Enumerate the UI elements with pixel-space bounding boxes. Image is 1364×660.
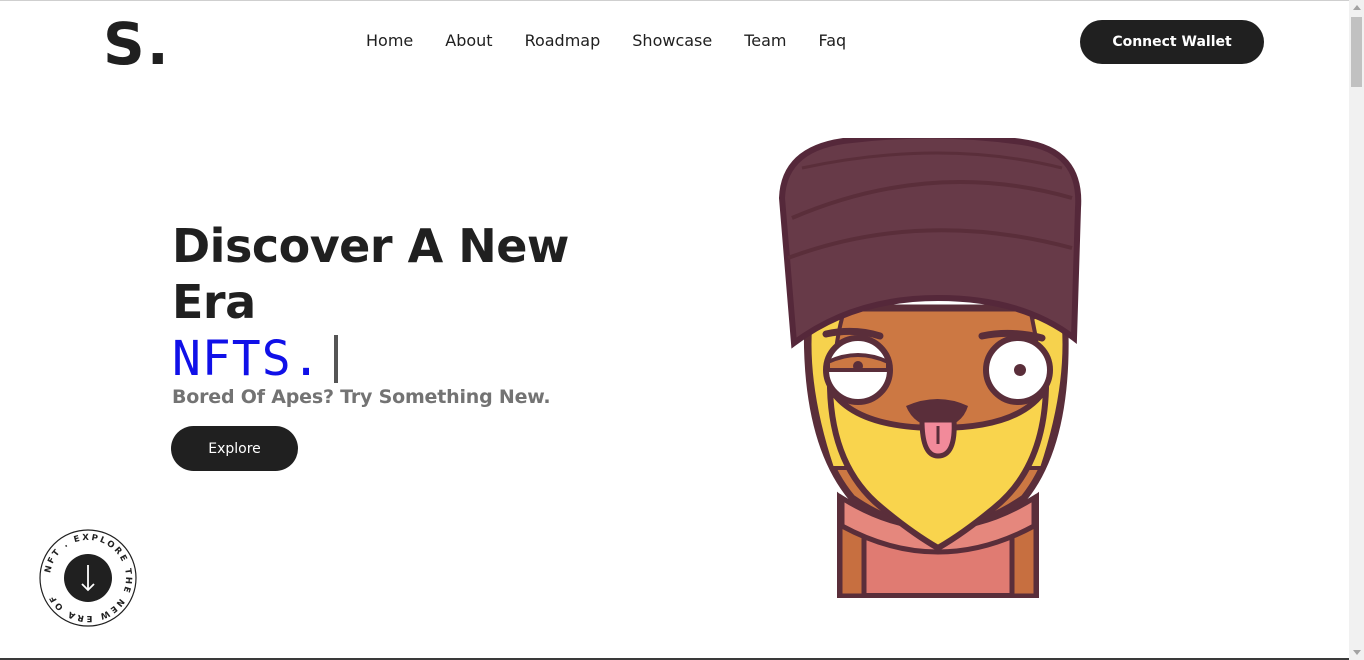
- nav-showcase[interactable]: Showcase: [616, 28, 728, 54]
- scroll-thumb[interactable]: [1351, 17, 1362, 87]
- scroll-down-icon[interactable]: [1353, 650, 1361, 655]
- connect-wallet-button[interactable]: Connect Wallet: [1080, 20, 1264, 64]
- nav-roadmap[interactable]: Roadmap: [509, 28, 617, 54]
- main-nav: Home About Roadmap Showcase Team Faq: [350, 28, 862, 54]
- nav-home[interactable]: Home: [350, 28, 429, 54]
- explore-button[interactable]: Explore: [171, 426, 298, 471]
- nav-about[interactable]: About: [429, 28, 508, 54]
- hero-subtitle: Bored Of Apes? Try Something New.: [172, 386, 551, 408]
- hero-title: Discover A New Era: [172, 219, 569, 329]
- typing-cursor: [333, 335, 338, 383]
- explore-badge[interactable]: NFT . EXPLORE THE NEW ERA OF: [39, 529, 137, 627]
- nft-character-illustration: [778, 138, 1082, 598]
- top-border: [0, 0, 1364, 1]
- page-scrollbar[interactable]: [1349, 0, 1364, 660]
- nav-team[interactable]: Team: [728, 28, 802, 54]
- typed-text: NFTS.: [172, 331, 322, 387]
- scroll-up-icon[interactable]: [1353, 5, 1361, 10]
- typed-headline: NFTS.: [172, 332, 338, 386]
- nav-faq[interactable]: Faq: [803, 28, 863, 54]
- site-logo[interactable]: S.: [103, 14, 171, 74]
